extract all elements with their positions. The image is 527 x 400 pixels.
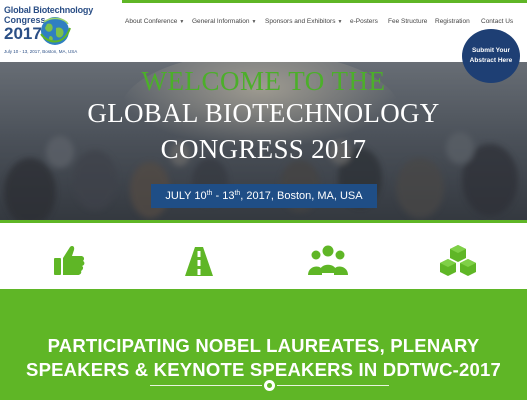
nav-item-registration[interactable]: Registration [435,14,470,30]
cubes-icon[interactable] [436,243,480,279]
nav-item-label: General Information [192,18,250,25]
globe-icon [40,17,71,45]
nav-item-label: Contact Us [481,18,514,25]
date-part3: , 2017, Boston, MA, USA [240,190,363,202]
event-date-badge: JULY 10th - 13th, 2017, Boston, MA, USA [151,184,377,208]
nav-item-general-information[interactable]: General Information ▼ [192,14,256,30]
features-row [0,223,527,289]
speakers-heading-line1: PARTICIPATING NOBEL LAUREATES, PLENARY [47,335,480,356]
submit-line1: Submit Your [471,47,511,54]
submit-line2: Abstract Here [469,57,513,64]
nav-item-label: Sponsors and Exhibitors [265,18,336,25]
nav-item-about-conference[interactable]: About Conference ▼ [125,14,184,30]
users-icon[interactable] [306,243,350,279]
caret-down-icon: ▼ [179,19,185,25]
nav-item-fee-structure[interactable]: Fee Structure [388,14,427,30]
site-logo[interactable]: Global Biotechnology Congress 2017 July … [4,2,114,58]
speakers-section: PARTICIPATING NOBEL LAUREATES, PLENARY S… [0,289,527,400]
separator-line-left [150,385,262,386]
submit-abstract-button[interactable]: Submit Your Abstract Here [462,29,520,83]
main-nav: About Conference ▼ General Information ▼ S… [122,14,527,30]
nav-accent-line [122,0,527,3]
hero-title-line1: GLOBAL BIOTECHNOLOGY [87,98,440,128]
nav-item-label: Registration [435,18,470,25]
separator-dot [264,380,275,391]
thumbs-up-icon[interactable] [46,243,90,279]
site-header: Global Biotechnology Congress 2017 July … [0,0,527,62]
speakers-heading-line2: SPEAKERS & KEYNOTE SPEAKERS IN DDTWC-201… [26,359,501,380]
date-part1: JULY 10 [165,190,207,202]
caret-down-icon: ▼ [337,19,343,25]
nav-item-label: Fee Structure [388,18,428,25]
logo-year: 2017 [4,24,42,43]
submit-abstract-label: Submit Your Abstract Here [464,46,518,66]
separator-dot-center [267,383,272,388]
road-icon[interactable] [177,243,221,279]
hero-banner: WELCOME TO THE GLOBAL BIOTECHNOLOGY CONG… [0,62,527,220]
caret-down-icon: ▼ [251,19,257,25]
date-part2: - 13 [212,190,235,202]
nav-item-e-posters[interactable]: e-Posters [350,14,378,30]
separator-line-right [277,385,389,386]
nav-item-sponsors-exhibitors[interactable]: Sponsors and Exhibitors ▼ [265,14,342,30]
nav-item-label: About Conference [125,18,178,25]
logo-subtitle: July 10 - 13, 2017, Boston, MA, USA [4,49,78,54]
nav-item-label: e-Posters [350,18,378,25]
nav-item-contact-us[interactable]: Contact Us [481,14,513,30]
hero-welcome-text: WELCOME TO THE [141,66,386,96]
hero-title-line2: CONGRESS 2017 [160,134,367,164]
